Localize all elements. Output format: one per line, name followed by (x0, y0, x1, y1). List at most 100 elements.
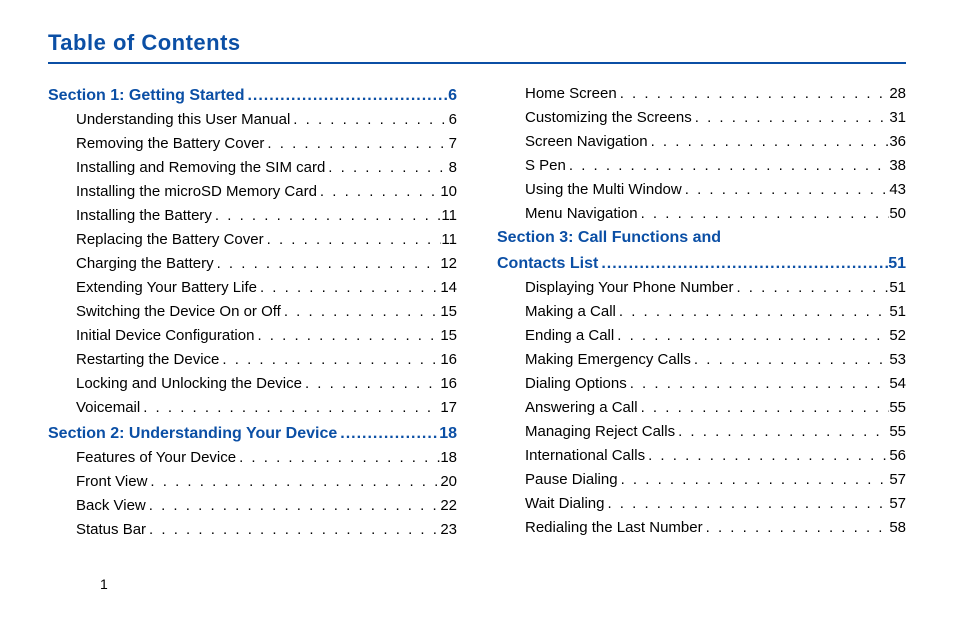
toc-item-row[interactable]: Back View 22 (48, 494, 457, 518)
toc-leader-dots (317, 180, 440, 204)
toc-section-row[interactable]: Section 2: Understanding Your Device 18 (48, 422, 457, 446)
toc-item-label: Making a Call (525, 300, 616, 324)
toc-page-ref: 52 (889, 324, 906, 348)
toc-page-ref: 51 (888, 252, 906, 276)
toc-item-row[interactable]: Managing Reject Calls 55 (497, 420, 906, 444)
toc-item-row[interactable]: Screen Navigation 36 (497, 130, 906, 154)
toc-item-row[interactable]: Installing the Battery 11 (48, 204, 457, 228)
toc-item-row[interactable]: Status Bar 23 (48, 518, 457, 542)
toc-item-label: Switching the Device On or Off (76, 300, 281, 324)
toc-item-row[interactable]: Voicemail 17 (48, 396, 457, 420)
toc-item-row[interactable]: Ending a Call 52 (497, 324, 906, 348)
toc-item-row[interactable]: Home Screen 28 (497, 82, 906, 106)
toc-item-label: Installing and Removing the SIM card (76, 156, 325, 180)
toc-item-row[interactable]: Initial Device Configuration 15 (48, 324, 457, 348)
toc-leader-dots (264, 228, 442, 252)
toc-leader-dots (254, 324, 440, 348)
toc-item-label: Removing the Battery Cover (76, 132, 264, 156)
toc-page-ref: 22 (440, 494, 457, 518)
toc-item-label: Features of Your Device (76, 446, 236, 470)
toc-page-ref: 11 (441, 204, 457, 228)
toc-section-label: Contacts List (497, 252, 598, 276)
toc-page-ref: 55 (889, 420, 906, 444)
toc-item-row[interactable]: Pause Dialing 57 (497, 468, 906, 492)
toc-item-row[interactable]: Switching the Device On or Off 15 (48, 300, 457, 324)
toc-leader-dots (257, 276, 440, 300)
toc-item-row[interactable]: Front View 20 (48, 470, 457, 494)
toc-item-label: Dialing Options (525, 372, 627, 396)
toc-item-row[interactable]: Removing the Battery Cover 7 (48, 132, 457, 156)
toc-item-row[interactable]: Restarting the Device 16 (48, 348, 457, 372)
toc-item-label: Home Screen (525, 82, 617, 106)
toc-page-ref: 16 (440, 348, 457, 372)
toc-leader-dots (703, 516, 890, 540)
toc-item-label: Replacing the Battery Cover (76, 228, 264, 252)
toc-page-ref: 56 (889, 444, 906, 468)
toc-item-row[interactable]: Dialing Options 54 (497, 372, 906, 396)
toc-item-row[interactable]: Using the Multi Window 43 (497, 178, 906, 202)
toc-section-heading[interactable]: Section 3: Call Functions and (497, 226, 906, 250)
toc-page-ref: 18 (440, 446, 457, 470)
toc-item-row[interactable]: Extending Your Battery Life 14 (48, 276, 457, 300)
toc-section-row[interactable]: Contacts List 51 (497, 252, 906, 276)
toc-leader-dots (566, 154, 889, 178)
toc-item-label: Customizing the Screens (525, 106, 692, 130)
toc-leader-dots (140, 396, 440, 420)
toc-item-row[interactable]: Understanding this User Manual 6 (48, 108, 457, 132)
toc-item-label: Understanding this User Manual (76, 108, 290, 132)
toc-item-row[interactable]: Answering a Call 55 (497, 396, 906, 420)
toc-leader-dots (325, 156, 448, 180)
toc-item-row[interactable]: Features of Your Device 18 (48, 446, 457, 470)
toc-col-1: Section 1: Getting Started 6Understandin… (48, 82, 457, 542)
toc-item-label: Locking and Unlocking the Device (76, 372, 302, 396)
toc-item-label: Displaying Your Phone Number (525, 276, 733, 300)
toc-leader-dots (691, 348, 889, 372)
toc-page-ref: 12 (440, 252, 457, 276)
toc-item-row[interactable]: Replacing the Battery Cover 11 (48, 228, 457, 252)
toc-item-label: Extending Your Battery Life (76, 276, 257, 300)
toc-item-row[interactable]: Menu Navigation 50 (497, 202, 906, 226)
toc-leader-dots (264, 132, 448, 156)
toc-page-ref: 7 (449, 132, 457, 156)
toc-page-ref: 57 (889, 492, 906, 516)
toc-leader-dots (212, 204, 442, 228)
toc-item-row[interactable]: Charging the Battery 12 (48, 252, 457, 276)
toc-item-label: Pause Dialing (525, 468, 618, 492)
toc-leader-dots (214, 252, 441, 276)
toc-item-row[interactable]: S Pen 38 (497, 154, 906, 178)
toc-section-label: Section 1: Getting Started (48, 84, 244, 108)
toc-page-ref: 6 (448, 84, 457, 108)
toc-page-ref: 15 (440, 300, 457, 324)
toc-leader-dots (682, 178, 890, 202)
toc-item-row[interactable]: Installing the microSD Memory Card 10 (48, 180, 457, 204)
toc-item-row[interactable]: International Calls 56 (497, 444, 906, 468)
toc-leader-dots (692, 106, 890, 130)
toc-item-row[interactable]: Displaying Your Phone Number 51 (497, 276, 906, 300)
toc-item-label: Redialing the Last Number (525, 516, 703, 540)
toc-item-row[interactable]: Customizing the Screens 31 (497, 106, 906, 130)
toc-page-ref: 43 (889, 178, 906, 202)
toc-columns: Section 1: Getting Started 6Understandin… (48, 82, 906, 542)
toc-leader-dots (675, 420, 889, 444)
toc-leader-dots (302, 372, 440, 396)
toc-section-row[interactable]: Section 1: Getting Started 6 (48, 84, 457, 108)
toc-item-row[interactable]: Redialing the Last Number 58 (497, 516, 906, 540)
toc-page-ref: 10 (440, 180, 457, 204)
toc-item-label: Making Emergency Calls (525, 348, 691, 372)
toc-leader-dots (146, 494, 441, 518)
toc-page-ref: 8 (449, 156, 457, 180)
page-number: 1 (100, 576, 108, 592)
toc-item-row[interactable]: Installing and Removing the SIM card 8 (48, 156, 457, 180)
toc-item-row[interactable]: Locking and Unlocking the Device 16 (48, 372, 457, 396)
toc-page-ref: 16 (440, 372, 457, 396)
toc-leader-dots (638, 396, 890, 420)
toc-page-ref: 11 (441, 228, 457, 252)
toc-leader-dots (146, 518, 440, 542)
toc-leader-dots (337, 422, 439, 446)
toc-item-row[interactable]: Making Emergency Calls 53 (497, 348, 906, 372)
toc-item-row[interactable]: Wait Dialing 57 (497, 492, 906, 516)
toc-item-row[interactable]: Making a Call 51 (497, 300, 906, 324)
toc-leader-dots (147, 470, 440, 494)
toc-col-2: Home Screen 28Customizing the Screens 31… (497, 82, 906, 542)
toc-leader-dots (618, 468, 890, 492)
